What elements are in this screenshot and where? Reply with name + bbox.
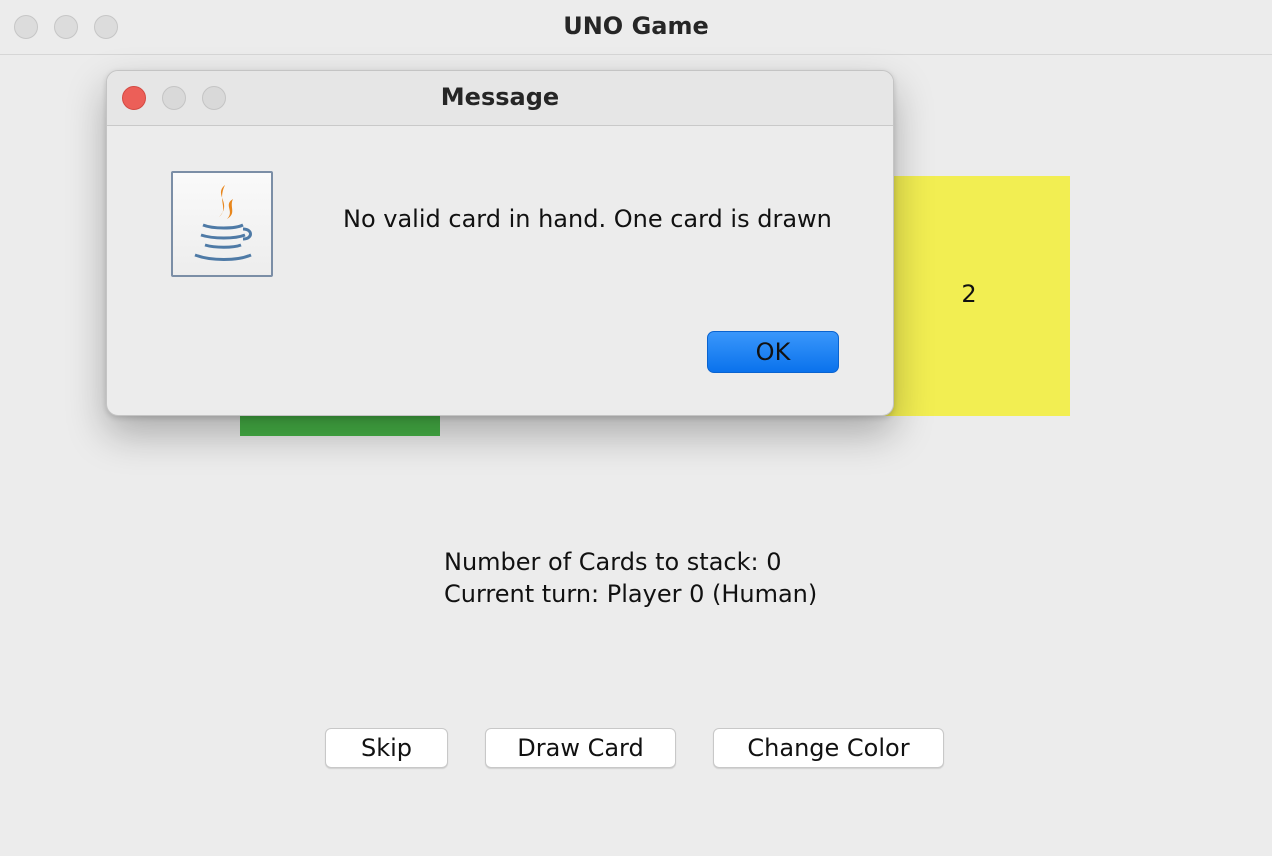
top-card-label: 2 [961,280,977,308]
change-color-button[interactable]: Change Color [713,728,944,768]
dialog-message: No valid card in hand. One card is drawn [343,205,832,233]
game-status: Number of Cards to stack: 0 Current turn… [444,546,817,610]
current-turn-text: Current turn: Player 0 (Human) [444,580,818,608]
stack-count-text: Number of Cards to stack: 0 [444,548,782,576]
skip-button[interactable]: Skip [325,728,448,768]
window-title: UNO Game [563,12,709,40]
dialog-title: Message [440,83,560,111]
dialog-titlebar[interactable]: Message [107,71,893,126]
window-titlebar[interactable]: UNO Game [0,0,1272,55]
java-icon [171,171,273,277]
top-card-yellow: 2 [868,176,1070,416]
message-dialog: Message No valid card in hand. One card … [106,70,894,416]
uno-game-window: UNO Game 2 Number of Cards to stack: 0 C… [0,0,1272,856]
ok-button[interactable]: OK [707,331,839,373]
draw-card-button[interactable]: Draw Card [485,728,676,768]
